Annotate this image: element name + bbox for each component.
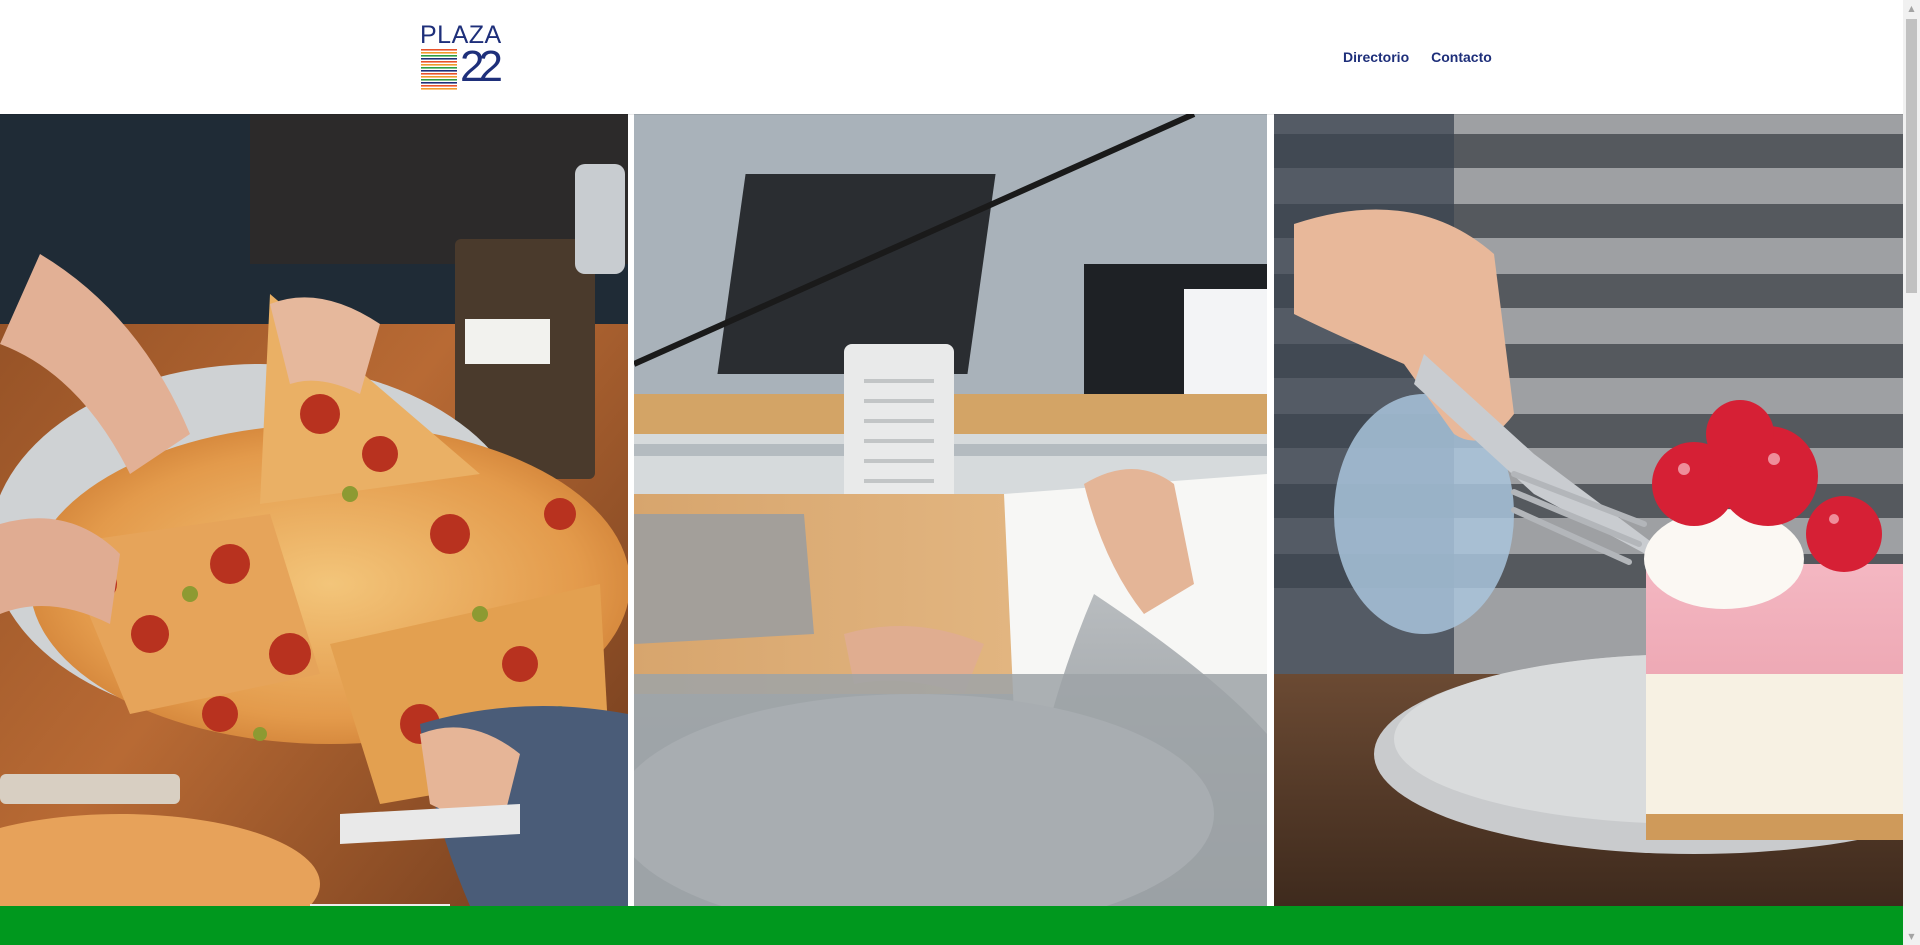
scroll-down-arrow-icon[interactable]: ▼ [1903, 928, 1920, 945]
nav-link-contacto[interactable]: Contacto [1431, 48, 1492, 66]
page: PLAZA 22 Directorio Contacto [0, 0, 1903, 945]
cheesecake-photo [1274, 114, 1903, 906]
site-header: PLAZA 22 Directorio Contacto [0, 0, 1903, 114]
vertical-scrollbar[interactable]: ▲ ▼ [1903, 0, 1920, 945]
scroll-up-arrow-icon[interactable]: ▲ [1903, 0, 1920, 17]
hero-image-grid [0, 114, 1903, 906]
pizza-photo [0, 114, 628, 906]
logo-number: 22 [460, 42, 503, 91]
plaza22-logo[interactable]: PLAZA 22 [420, 22, 503, 92]
scroll-thumb[interactable] [1906, 19, 1917, 293]
footer-green-bar [0, 906, 1903, 945]
main-nav: Directorio Contacto [1343, 48, 1492, 66]
nav-link-directorio[interactable]: Directorio [1343, 48, 1409, 66]
service-counter-photo [634, 114, 1267, 906]
